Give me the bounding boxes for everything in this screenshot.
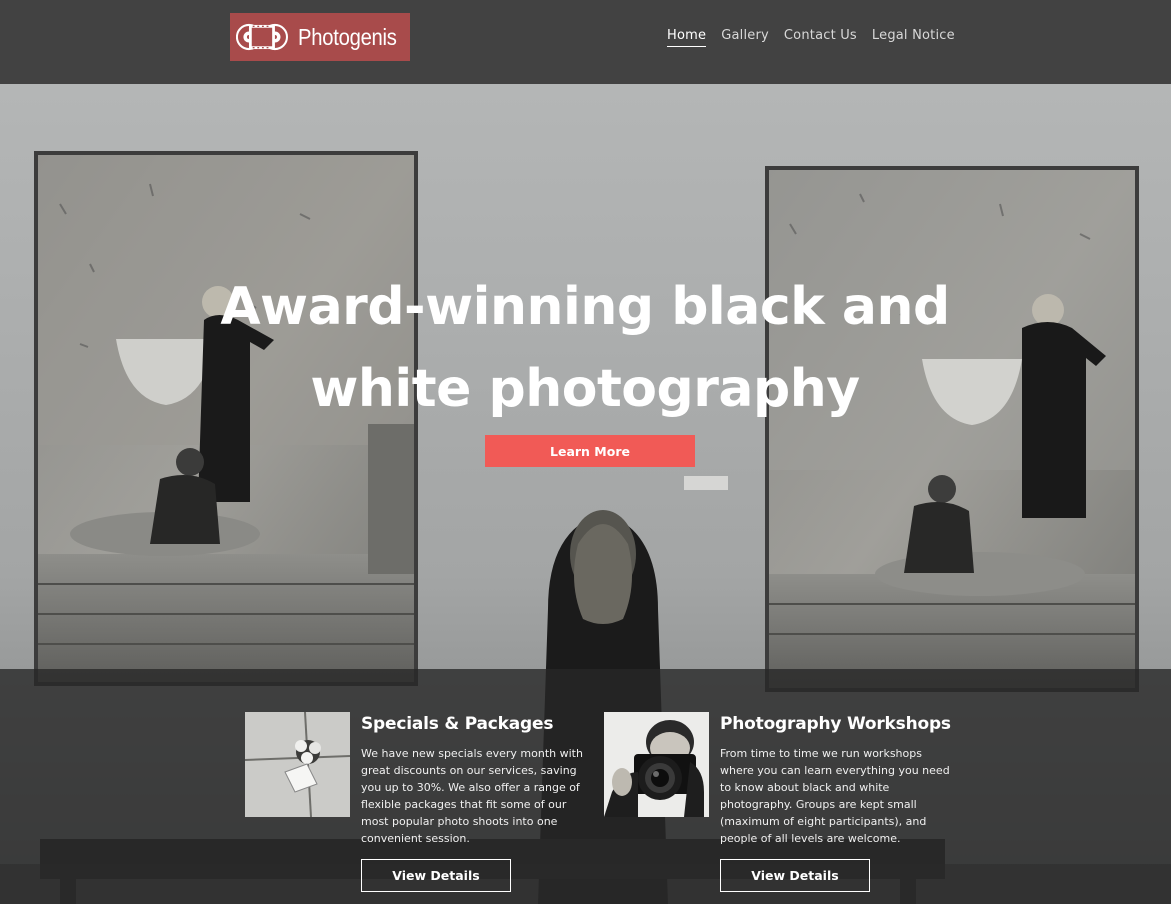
hero-title: Award-winning black and white photograph… xyxy=(220,277,950,419)
nav-gallery-link[interactable]: Gallery xyxy=(721,28,769,47)
feature-description: From time to time we run workshops where… xyxy=(720,747,950,845)
workshops-view-details-button[interactable]: View Details xyxy=(720,859,870,892)
learn-more-button[interactable]: Learn More xyxy=(485,435,695,467)
specials-view-details-button[interactable]: View Details xyxy=(361,859,511,892)
feature-title: Specials & Packages xyxy=(361,714,554,734)
photographer-photo-thumbnail xyxy=(604,712,709,817)
brand-name: Photogenis xyxy=(297,23,397,50)
film-reel-icon xyxy=(236,23,288,51)
nav-contact-link[interactable]: Contact Us xyxy=(784,28,857,47)
brand-logo[interactable]: Photogenis xyxy=(230,13,410,61)
gift-package-icon xyxy=(245,712,350,817)
feature-title: Photography Workshops xyxy=(720,714,951,734)
nav-legal-notice-link[interactable]: Legal Notice xyxy=(872,28,955,47)
site-header: Photogenis Home Gallery Contact Us Legal… xyxy=(0,0,1171,84)
nav-home-link[interactable]: Home xyxy=(667,28,707,47)
gift-photo-thumbnail xyxy=(245,712,350,817)
camera-icon xyxy=(604,712,709,817)
feature-description: We have new specials every month with gr… xyxy=(361,747,583,845)
features-band: Specials & Packages We have new specials… xyxy=(0,669,1171,904)
main-nav: Home Gallery Contact Us Legal Notice xyxy=(667,28,955,47)
